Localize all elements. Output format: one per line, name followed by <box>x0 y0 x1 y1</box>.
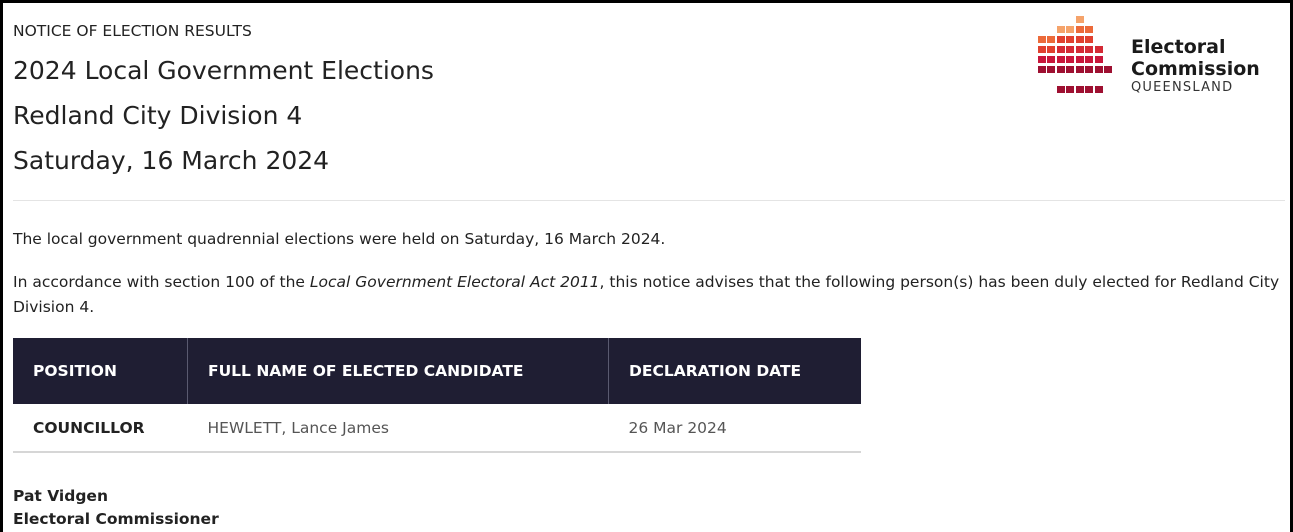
header-divider <box>13 200 1285 201</box>
logo-text-queensland: QUEENSLAND <box>1131 80 1234 95</box>
election-title: 2024 Local Government Elections <box>13 56 434 85</box>
column-header-candidate: FULL NAME OF ELECTED CANDIDATE <box>187 338 609 404</box>
results-header-row: POSITION FULL NAME OF ELECTED CANDIDATE … <box>13 338 861 404</box>
column-header-declaration-date: DECLARATION DATE <box>608 338 861 404</box>
logo-text-electoral: Electoral <box>1131 36 1226 58</box>
declaration-paragraph: In accordance with section 100 of the Lo… <box>13 270 1281 320</box>
ecq-logo: Electoral Commission QUEENSLAND <box>1038 16 1288 100</box>
results-table: POSITION FULL NAME OF ELECTED CANDIDATE … <box>13 338 861 453</box>
column-header-position: POSITION <box>13 338 188 404</box>
election-date-title: Saturday, 16 March 2024 <box>13 146 330 175</box>
logo-text-commission: Commission <box>1131 58 1260 80</box>
cell-position: COUNCILLOR <box>13 404 188 453</box>
declaration-prefix: In accordance with section 100 of the <box>13 273 310 291</box>
division-title: Redland City Division 4 <box>13 101 303 130</box>
table-row: COUNCILLOR HEWLETT, Lance James 26 Mar 2… <box>13 404 861 453</box>
act-name: Local Government Electoral Act 2011 <box>309 273 600 291</box>
ecq-logo-mark-icon <box>1038 16 1112 93</box>
intro-paragraph: The local government quadrennial electio… <box>13 230 666 248</box>
signatory-name: Pat Vidgen <box>13 487 108 505</box>
notice-kicker: NOTICE OF ELECTION RESULTS <box>13 22 252 40</box>
cell-candidate-name: HEWLETT, Lance James <box>187 404 609 453</box>
cell-declaration-date: 26 Mar 2024 <box>608 404 861 453</box>
signatory-title: Electoral Commissioner <box>13 510 219 528</box>
